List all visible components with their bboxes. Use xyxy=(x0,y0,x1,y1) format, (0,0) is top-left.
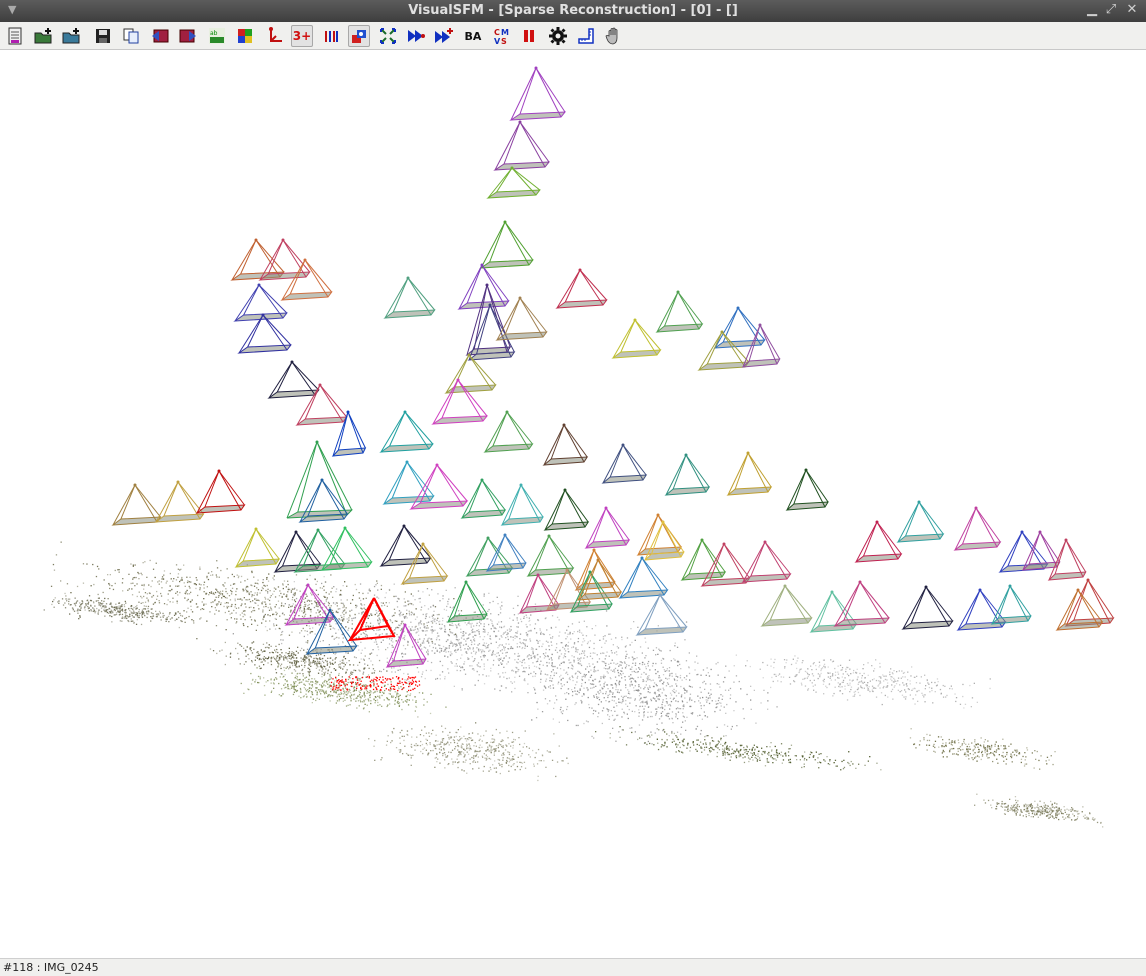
camera-frustum[interactable] xyxy=(1047,538,1087,581)
sparse-reconstruction-scene[interactable] xyxy=(0,50,1146,958)
camera-frustum[interactable] xyxy=(618,556,669,599)
camera-frustum[interactable] xyxy=(543,488,590,531)
point-cloud xyxy=(43,541,1104,828)
camera-frustum[interactable] xyxy=(896,500,945,543)
camera-frusta xyxy=(111,66,1115,668)
camera-frustum[interactable] xyxy=(584,506,631,549)
log-window-icon[interactable] xyxy=(4,25,26,47)
save-nvm-icon[interactable] xyxy=(92,25,114,47)
status-bar: #118 : IMG_0245 xyxy=(0,958,1146,976)
camera-frustum[interactable] xyxy=(555,268,608,309)
window-title: VisualSFM - [Sparse Reconstruction] - [0… xyxy=(408,3,738,18)
svg-text:C: C xyxy=(494,28,500,37)
camera-frustum[interactable] xyxy=(509,66,567,121)
thumbnail-view-icon[interactable]: ab xyxy=(206,25,228,47)
camera-frustum[interactable] xyxy=(680,538,727,581)
camera-frustum[interactable] xyxy=(460,478,507,519)
compute-missing-match-icon[interactable] xyxy=(377,25,399,47)
camera-frustum[interactable] xyxy=(655,290,704,333)
camera-frustum[interactable] xyxy=(111,483,162,526)
camera-frustum[interactable] xyxy=(611,318,662,359)
svg-text:S: S xyxy=(501,37,507,45)
camera-frustum[interactable] xyxy=(542,423,589,466)
camera-frustum[interactable] xyxy=(479,220,534,269)
camera-frustum[interactable] xyxy=(1021,530,1061,571)
reconstruction-viewport[interactable] xyxy=(0,50,1146,958)
open-add-images-icon[interactable] xyxy=(61,25,83,47)
settings-gear-icon[interactable] xyxy=(547,25,569,47)
show-cameras-icon[interactable] xyxy=(348,25,370,47)
hand-pan-icon[interactable] xyxy=(603,25,625,47)
camera-frustum[interactable] xyxy=(485,533,527,572)
minimize-icon[interactable]: ▁ xyxy=(1084,2,1100,17)
camera-frustum[interactable] xyxy=(635,593,688,636)
copy-icon[interactable] xyxy=(120,25,142,47)
open-multi-images-icon[interactable] xyxy=(33,25,55,47)
camera-frustum[interactable] xyxy=(760,584,813,627)
camera-frustum[interactable] xyxy=(233,283,288,322)
camera-frustum[interactable] xyxy=(383,276,436,319)
camera-frustum[interactable] xyxy=(601,443,648,484)
svg-text:ab: ab xyxy=(210,30,218,37)
close-icon[interactable]: ✕ xyxy=(1124,2,1140,17)
previous-icon[interactable] xyxy=(149,25,171,47)
camera-frustum[interactable] xyxy=(500,483,544,526)
dense-reconstruction-icon[interactable]: CMVS xyxy=(490,25,512,47)
camera-frustum[interactable] xyxy=(320,526,373,571)
camera-frustum[interactable] xyxy=(697,330,750,371)
ruler-icon[interactable] xyxy=(575,25,597,47)
camera-frustum[interactable] xyxy=(379,410,434,453)
camera-frustum[interactable] xyxy=(234,527,281,568)
selected-camera-frustum[interactable] xyxy=(330,597,421,692)
svg-text:M: M xyxy=(501,28,509,37)
camera-frustum[interactable] xyxy=(741,540,792,583)
title-bar: ▼ VisualSFM - [Sparse Reconstruction] - … xyxy=(0,0,1146,22)
pause-icon[interactable] xyxy=(518,25,540,47)
axis-icon[interactable] xyxy=(264,25,286,47)
camera-frustum[interactable] xyxy=(726,451,773,496)
camera-frustum[interactable] xyxy=(195,469,246,514)
camera-frustum[interactable] xyxy=(493,120,551,171)
camera-frustum[interactable] xyxy=(267,360,320,399)
compute-3d-icon[interactable] xyxy=(405,25,427,47)
camera-frustum[interactable] xyxy=(953,506,1002,551)
camera-frustum[interactable] xyxy=(664,453,711,496)
camera-frustum[interactable] xyxy=(483,410,534,453)
camera-frustum[interactable] xyxy=(990,584,1032,625)
camera-frustum[interactable] xyxy=(854,520,903,563)
camera-frustum[interactable] xyxy=(154,480,205,523)
camera-frustum[interactable] xyxy=(446,580,488,623)
camera-frustum[interactable] xyxy=(574,548,616,591)
feature-match-icon[interactable] xyxy=(320,25,342,47)
camera-frustum[interactable] xyxy=(713,306,766,349)
next-icon[interactable] xyxy=(177,25,199,47)
camera-frustum[interactable] xyxy=(901,585,954,630)
status-text: #118 : IMG_0245 xyxy=(3,961,99,974)
compute-3d-add-icon[interactable] xyxy=(433,25,455,47)
camera-frustum[interactable] xyxy=(295,383,348,426)
bundle-adjust-button[interactable]: BA xyxy=(462,25,484,47)
camera-frustum[interactable] xyxy=(486,166,541,199)
min-track-button[interactable]: 3+ xyxy=(291,25,313,47)
maximize-icon[interactable]: ⤢ xyxy=(1103,2,1119,17)
toolbar: ab 3+ BA CMVS xyxy=(0,22,1146,50)
camera-frustum[interactable] xyxy=(833,580,891,627)
svg-text:V: V xyxy=(494,37,501,45)
color-grid-icon[interactable] xyxy=(234,25,256,47)
camera-frustum[interactable] xyxy=(636,513,683,556)
camera-frustum[interactable] xyxy=(785,468,829,511)
camera-frustum[interactable] xyxy=(280,258,333,301)
camera-frustum[interactable] xyxy=(809,590,858,633)
